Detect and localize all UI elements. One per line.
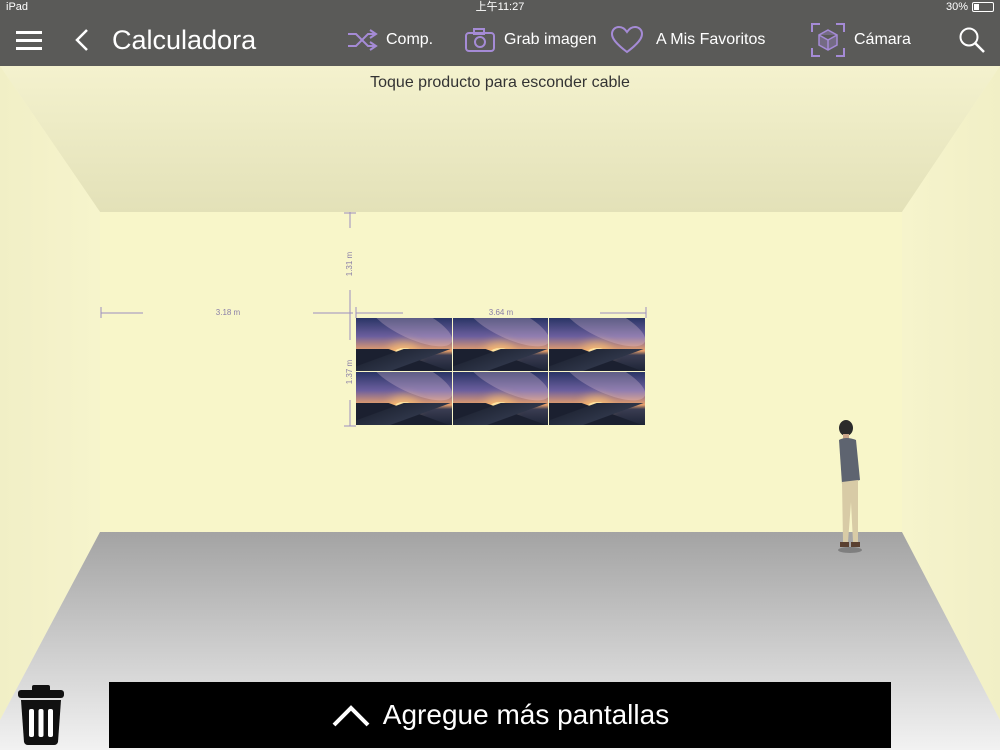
battery-percentage: 30% [945,1,968,13]
camera-icon [465,28,495,52]
navigation-bar: Calculadora Comp. Grab imagen A Mis Favo… [0,14,1000,66]
ar-cube-icon [811,23,845,57]
favorites-button[interactable]: A Mis Favoritos [610,14,765,66]
video-wall[interactable] [356,318,646,426]
height-label: 1.37 m [345,359,354,384]
compare-button[interactable]: Comp. [346,14,433,66]
delete-button[interactable] [12,684,70,746]
screen-panel[interactable] [356,318,452,371]
chevron-up-icon [332,705,370,727]
hint-text: Toque producto para esconder cable [370,74,630,91]
screenshot-label: Grab imagen [504,31,597,48]
shuffle-icon [348,29,378,51]
screen-panel[interactable] [356,372,452,425]
camera-ar-button[interactable]: Cámara [810,14,911,66]
search-button[interactable] [958,14,986,66]
back-button[interactable] [74,14,90,66]
screen-panel[interactable] [452,318,549,371]
screen-panel[interactable] [549,318,645,371]
search-icon [959,27,985,53]
page-title: Calculadora [112,24,257,55]
menu-button[interactable] [16,14,42,66]
status-time: 上午11:27 [475,1,525,13]
screen-panel[interactable] [452,372,549,425]
heart-icon [610,25,644,54]
add-screens-label: Agregue más pantallas [382,699,670,730]
add-screens-button[interactable]: Agregue más pantallas [109,682,891,748]
screen-panel[interactable] [549,372,645,425]
screenshot-button[interactable]: Grab imagen [464,14,597,66]
status-bar: iPad 上午11:27 30% [0,0,1000,14]
battery-icon [972,2,994,12]
top-distance-label: 1.31 m [345,251,354,276]
camera-ar-label: Cámara [854,31,911,48]
person-figure [838,420,862,553]
back-chevron-icon [75,29,88,51]
compare-label: Comp. [386,31,434,48]
left-distance-label: 3.18 m [216,308,241,317]
favorites-label: A Mis Favoritos [656,31,766,48]
width-label: 3.64 m [489,308,514,317]
menu-icon [16,31,42,50]
trash-icon [18,685,64,745]
battery-status: 30% [946,0,994,14]
